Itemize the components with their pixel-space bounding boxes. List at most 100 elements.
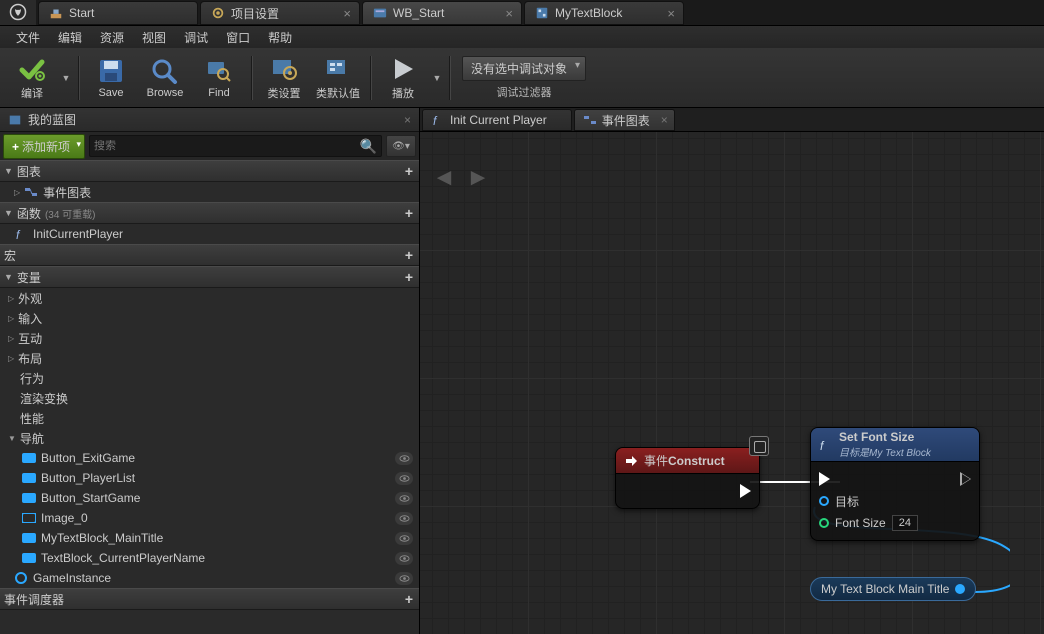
graph-canvas[interactable]: ◄ ► 事件Construct (420, 132, 1044, 634)
unreal-logo-icon[interactable] (0, 0, 36, 25)
section-variables[interactable]: ▼变量+ (0, 266, 419, 288)
search-input-wrap: 🔍 (89, 135, 382, 157)
node-var-mytextblock-maintitle[interactable]: My Text Block Main Title (810, 577, 976, 601)
close-icon[interactable]: × (404, 113, 411, 127)
section-macros[interactable]: 宏+ (0, 244, 419, 266)
row-cat-interact[interactable]: ▷互动 (0, 328, 419, 348)
menu-file[interactable]: 文件 (8, 27, 48, 48)
graph-tab-init[interactable]: f Init Current Player (422, 109, 572, 131)
menu-asset[interactable]: 资源 (92, 27, 132, 48)
exec-in-pin[interactable] (819, 472, 830, 486)
visibility-icon[interactable] (395, 512, 413, 525)
compile-icon (17, 55, 47, 83)
panel-tab-myblueprint[interactable]: 我的蓝图 × (0, 108, 419, 132)
separator (78, 56, 79, 100)
close-icon[interactable]: × (667, 6, 675, 21)
row-cat-behavior[interactable]: 行为 (0, 368, 419, 388)
object-var-icon (22, 552, 36, 564)
graph-area: f Init Current Player 事件图表 × ◄ ► 事件Cons (420, 108, 1044, 634)
row-var-button-exit[interactable]: Button_ExitGame (0, 448, 419, 468)
exec-out-pin[interactable] (960, 472, 971, 486)
row-cat-layout[interactable]: ▷布局 (0, 348, 419, 368)
browse-button[interactable]: Browse (139, 51, 191, 105)
class-defaults-button[interactable]: 类默认值 (312, 51, 364, 105)
add-icon[interactable]: + (405, 247, 413, 263)
node-header: f Set Font Size 目标是My Text Block (811, 428, 979, 462)
tab-wb-start[interactable]: WB_Start × (362, 1, 522, 25)
add-icon[interactable]: + (405, 205, 413, 221)
play-button[interactable]: 播放 (377, 51, 429, 105)
menu-help[interactable]: 帮助 (260, 27, 300, 48)
row-var-button-playerlist[interactable]: Button_PlayerList (0, 468, 419, 488)
menu-debug[interactable]: 调试 (176, 27, 216, 48)
debug-object-selector[interactable]: 没有选中调试对象 (462, 56, 586, 81)
section-functions[interactable]: ▼函数(34 可重载)+ (0, 202, 419, 224)
add-new-button[interactable]: 添加新项 (3, 134, 85, 159)
my-blueprint-panel: 我的蓝图 × 添加新项 🔍 👁▾ ▼图表+ ▷ 事件图表 ▼函数(34 可重载)… (0, 108, 420, 634)
visibility-icon[interactable] (395, 532, 413, 545)
tab-mytextblock[interactable]: MyTextBlock × (524, 1, 684, 25)
fontsize-value-input[interactable]: 24 (892, 515, 918, 531)
nav-forward-button[interactable]: ► (464, 164, 492, 192)
visibility-icon[interactable] (395, 492, 413, 505)
row-cat-render[interactable]: 渲染变换 (0, 388, 419, 408)
node-set-font-size[interactable]: f Set Font Size 目标是My Text Block 目标 (810, 427, 980, 541)
object-var-icon (22, 532, 36, 544)
menu-window[interactable]: 窗口 (218, 27, 258, 48)
row-cat-perf[interactable]: 性能 (0, 408, 419, 428)
row-cat-input[interactable]: ▷输入 (0, 308, 419, 328)
row-var-image0[interactable]: Image_0 (0, 508, 419, 528)
close-icon[interactable]: × (505, 6, 513, 21)
find-button[interactable]: Find (193, 51, 245, 105)
add-icon[interactable]: + (405, 591, 413, 607)
panel-title: 我的蓝图 (28, 111, 76, 128)
play-dropdown[interactable]: ▼ (431, 51, 443, 105)
section-graphs[interactable]: ▼图表+ (0, 160, 419, 182)
visibility-icon[interactable] (395, 552, 413, 565)
blueprint-icon (535, 6, 549, 20)
save-icon (96, 57, 126, 85)
target-pin[interactable] (819, 496, 829, 506)
tab-level-start[interactable]: Start (38, 1, 198, 25)
search-input[interactable] (94, 140, 360, 152)
fontsize-pin[interactable] (819, 518, 829, 528)
close-icon[interactable]: × (661, 113, 668, 127)
visibility-icon[interactable] (395, 472, 413, 485)
row-var-gameinstance[interactable]: GameInstance (0, 568, 419, 588)
play-icon (388, 55, 418, 83)
add-icon[interactable]: + (405, 163, 413, 179)
view-options-button[interactable]: 👁▾ (386, 135, 416, 157)
row-cat-appearance[interactable]: ▷外观 (0, 288, 419, 308)
row-var-button-startgame[interactable]: Button_StartGame (0, 488, 419, 508)
menu-edit[interactable]: 编辑 (50, 27, 90, 48)
node-header: 事件Construct (616, 448, 759, 474)
tab-project-settings[interactable]: 项目设置 × (200, 1, 360, 25)
nav-back-button[interactable]: ◄ (430, 164, 458, 192)
row-var-mytextblock-maintitle[interactable]: MyTextBlock_MainTitle (0, 528, 419, 548)
delegate-pin[interactable] (749, 436, 769, 456)
save-button[interactable]: Save (85, 51, 137, 105)
row-fn-initcurrentplayer[interactable]: f InitCurrentPlayer (0, 224, 419, 244)
tab-label: 项目设置 (231, 5, 279, 22)
row-var-textblock-currentplayer[interactable]: TextBlock_CurrentPlayerName (0, 548, 419, 568)
graph-tab-eventgraph[interactable]: 事件图表 × (574, 109, 675, 131)
row-event-graph[interactable]: ▷ 事件图表 (0, 182, 419, 202)
svg-text:f: f (16, 228, 21, 240)
function-icon: f (14, 228, 28, 240)
add-icon[interactable]: + (405, 269, 413, 285)
event-icon (624, 454, 638, 468)
close-icon[interactable]: × (343, 6, 351, 21)
menu-view[interactable]: 视图 (134, 27, 174, 48)
compile-dropdown[interactable]: ▼ (60, 51, 72, 105)
function-icon: f (819, 438, 833, 452)
row-cat-nav[interactable]: ▼导航 (0, 428, 419, 448)
section-dispatchers[interactable]: 事件调度器+ (0, 588, 419, 610)
object-var-icon (22, 452, 36, 464)
node-event-construct[interactable]: 事件Construct (615, 447, 760, 509)
compile-button[interactable]: 编译 (6, 51, 58, 105)
class-settings-button[interactable]: 类设置 (258, 51, 310, 105)
exec-out-pin[interactable] (740, 484, 751, 498)
visibility-icon[interactable] (395, 452, 413, 465)
var-out-pin[interactable] (955, 584, 965, 594)
visibility-icon[interactable] (395, 572, 413, 585)
